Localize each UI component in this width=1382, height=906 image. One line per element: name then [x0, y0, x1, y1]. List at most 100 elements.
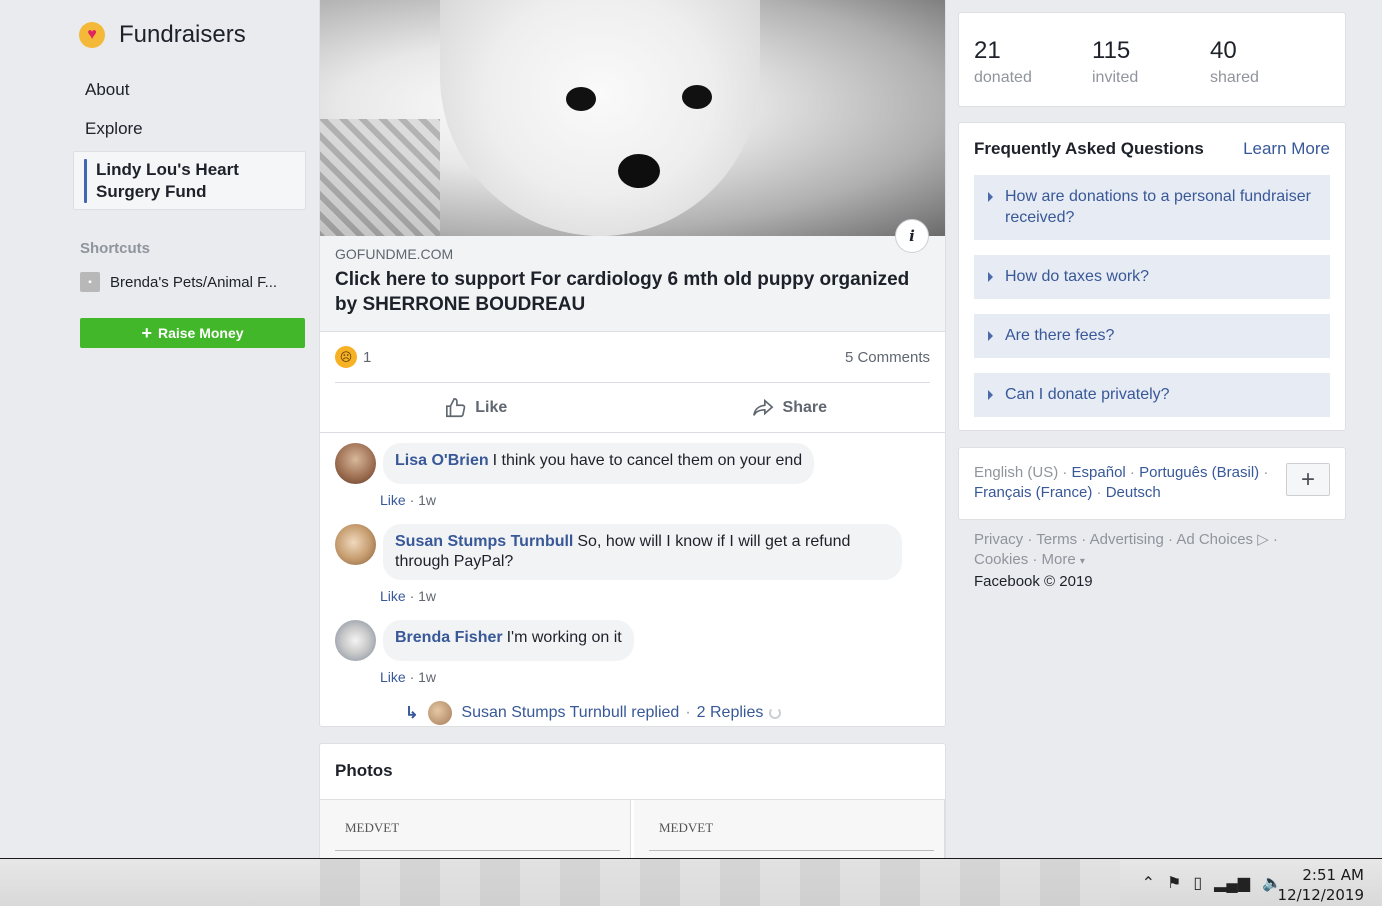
- faq-question: How do taxes work?: [1005, 268, 1150, 285]
- learn-more-link[interactable]: Learn More: [1243, 139, 1330, 159]
- cookies-link[interactable]: Cookies: [974, 551, 1028, 568]
- view-replies-link[interactable]: ↳ Susan Stumps Turnbull replied · 2 Repl…: [405, 701, 945, 725]
- info-icon[interactable]: i: [895, 219, 929, 253]
- faq-question: Are there fees?: [1005, 327, 1115, 344]
- post-link-image[interactable]: [320, 0, 945, 236]
- sad-reaction-icon: ☹: [335, 346, 357, 368]
- plus-icon: +: [141, 323, 152, 343]
- comment-bubble: Susan Stumps Turnbull So, how will I know…: [383, 524, 902, 580]
- avatar[interactable]: [335, 620, 376, 661]
- puppy-left-eye: [566, 87, 596, 111]
- medvet-logo: MEDVET: [659, 820, 714, 835]
- active-fundraiser-line1: Lindy Lou's Heart: [96, 160, 239, 179]
- comment-time[interactable]: 1w: [418, 588, 436, 604]
- comment-meta: Like · 1w: [380, 669, 437, 685]
- medvet-logo: MEDVET: [345, 820, 400, 835]
- faq-item[interactable]: Can I donate privately?: [974, 373, 1330, 417]
- comment-bubble: Brenda Fisher I'm working on it: [383, 620, 634, 661]
- ad-choices-link[interactable]: Ad Choices: [1176, 531, 1253, 548]
- link-preview[interactable]: GOFUNDME.COM Click here to support For c…: [320, 236, 945, 332]
- avatar[interactable]: [335, 443, 376, 484]
- comment-like-link[interactable]: Like: [380, 588, 406, 604]
- language-list: English (US) · Español · Português (Bras…: [974, 464, 1269, 501]
- shortcuts-heading: Shortcuts: [80, 240, 151, 257]
- caret-down-icon: ▾: [1079, 556, 1085, 567]
- active-indicator: [84, 159, 87, 203]
- comment-author[interactable]: Susan Stumps Turnbull: [395, 533, 573, 550]
- avatar: [428, 701, 453, 725]
- comment-author[interactable]: Lisa O'Brien: [395, 452, 489, 469]
- language-link[interactable]: Português (Brasil): [1139, 464, 1259, 481]
- puppy-photo: [440, 0, 760, 236]
- stat-number: 115: [1092, 37, 1131, 64]
- copyright: Facebook © 2019: [974, 573, 1093, 590]
- comment: Lisa O'Brien I think you have to cancel t…: [320, 443, 945, 484]
- faq-item[interactable]: How are donations to a personal fundrais…: [974, 175, 1330, 240]
- windows-taskbar: ⌃ ⚑ ▯ ▂▄▆ 🔈 2:51 AM 12/12/2019: [0, 858, 1382, 906]
- language-link[interactable]: Español: [1072, 464, 1126, 481]
- stat-label: donated: [974, 69, 1032, 86]
- fundraisers-header[interactable]: ♥ Fundraisers: [73, 0, 306, 70]
- reactions-row: ☹ 1 5 Comments: [335, 332, 930, 383]
- stat-invited[interactable]: 115 invited: [1092, 37, 1210, 106]
- flag-icon[interactable]: ⚑: [1167, 873, 1181, 893]
- stat-donated[interactable]: 21 donated: [974, 37, 1092, 106]
- ad-choices-icon: ▷: [1257, 531, 1269, 548]
- reply-author-text: Susan Stumps Turnbull replied: [461, 704, 680, 721]
- comment-time[interactable]: 1w: [418, 492, 436, 508]
- post-card: i GOFUNDME.COM Click here to support For…: [319, 0, 946, 727]
- terms-link[interactable]: Terms: [1036, 531, 1077, 548]
- comment-text: I think you have to cancel them on your …: [492, 452, 803, 469]
- puppy-right-eye: [682, 85, 712, 109]
- language-link[interactable]: Français (France): [974, 484, 1092, 501]
- shortcut-label: Brenda's Pets/Animal F...: [110, 273, 278, 291]
- clock-date: 12/12/2019: [1277, 886, 1364, 904]
- comment-time[interactable]: 1w: [418, 669, 436, 685]
- comments-count[interactable]: 5 Comments: [845, 349, 930, 366]
- nav-explore[interactable]: Explore: [73, 109, 306, 148]
- more-languages-button[interactable]: +: [1286, 463, 1330, 496]
- raise-money-button[interactable]: + Raise Money: [80, 318, 305, 348]
- language-link[interactable]: Deutsch: [1106, 484, 1161, 501]
- privacy-link[interactable]: Privacy: [974, 531, 1023, 548]
- document-line: [649, 850, 934, 851]
- action-bar: Like Share: [320, 383, 945, 433]
- active-fundraiser-label: Lindy Lou's Heart Surgery Fund: [96, 159, 239, 203]
- clock-time: 2:51 AM: [1302, 866, 1364, 884]
- faq-item[interactable]: How do taxes work?: [974, 255, 1330, 299]
- puppy-nose: [618, 154, 660, 188]
- stat-label: invited: [1092, 69, 1139, 86]
- reactions-summary[interactable]: ☹ 1: [335, 346, 371, 368]
- background-pattern: [320, 119, 440, 236]
- language-selector: English (US) · Español · Português (Bras…: [958, 447, 1346, 520]
- shortcut-item[interactable]: ▪ Brenda's Pets/Animal F...: [80, 272, 306, 292]
- fundraisers-title[interactable]: Fundraisers: [119, 21, 246, 49]
- taskbar-clock[interactable]: 2:51 AM 12/12/2019: [1278, 865, 1364, 905]
- reply-count: 2 Replies: [696, 704, 764, 721]
- network-icon[interactable]: ▂▄▆: [1214, 873, 1250, 893]
- comment-like-link[interactable]: Like: [380, 492, 406, 508]
- faq-question: Can I donate privately?: [1005, 386, 1170, 403]
- avatar[interactable]: [335, 524, 376, 565]
- taskbar-apps[interactable]: [320, 859, 1120, 906]
- comment-like-link[interactable]: Like: [380, 669, 406, 685]
- battery-icon[interactable]: ▯: [1193, 873, 1202, 893]
- nav-about[interactable]: About: [73, 70, 306, 109]
- current-language: English (US): [974, 464, 1059, 481]
- show-hidden-icons-icon[interactable]: ⌃: [1142, 873, 1155, 893]
- photos-heading[interactable]: Photos: [320, 744, 945, 800]
- advertising-link[interactable]: Advertising: [1090, 531, 1164, 548]
- shortcut-thumbnail: ▪: [80, 272, 100, 292]
- more-link[interactable]: More: [1042, 551, 1076, 568]
- stat-shared[interactable]: 40 shared: [1210, 37, 1328, 106]
- comment-text: I'm working on it: [506, 629, 622, 646]
- comment-author[interactable]: Brenda Fisher: [395, 629, 503, 646]
- share-label: Share: [782, 398, 827, 416]
- share-button[interactable]: Share: [633, 383, 946, 432]
- like-button[interactable]: Like: [320, 383, 633, 432]
- like-label: Like: [475, 398, 508, 416]
- reply-separator: ·: [685, 704, 691, 721]
- link-title[interactable]: Click here to support For cardiology 6 m…: [335, 267, 930, 317]
- nav-active-fundraiser[interactable]: Lindy Lou's Heart Surgery Fund: [73, 151, 306, 210]
- faq-item[interactable]: Are there fees?: [974, 314, 1330, 358]
